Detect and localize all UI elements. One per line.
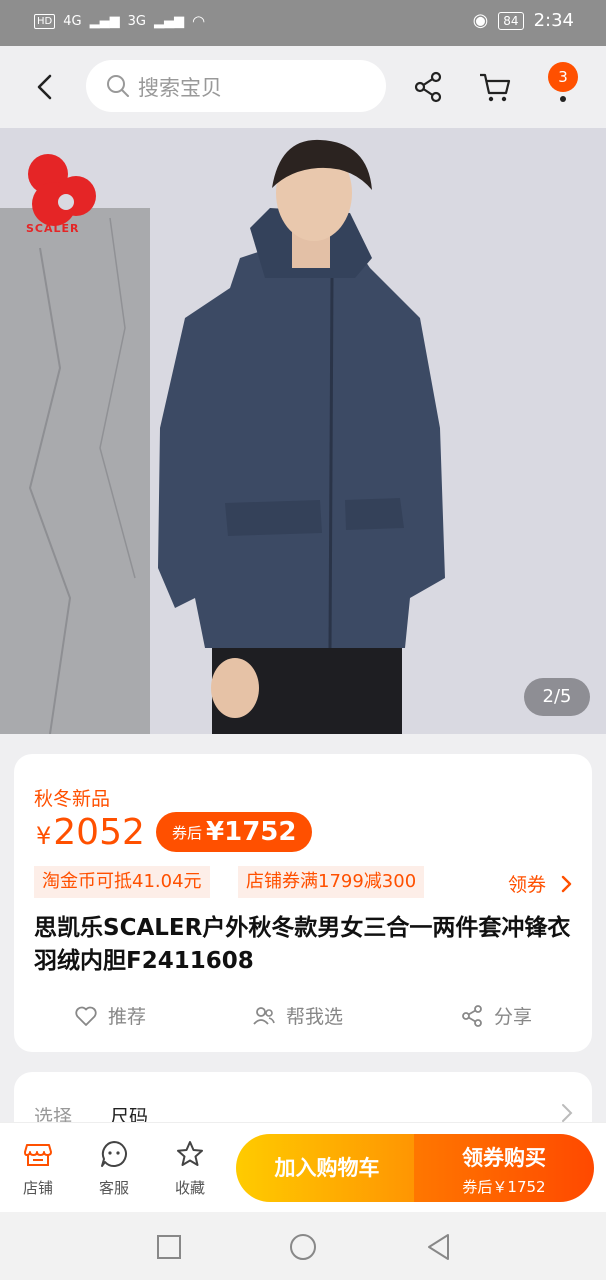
clock: 2:34 bbox=[533, 10, 574, 31]
eye-icon: ◉ bbox=[472, 10, 489, 31]
recommend-button[interactable]: 推荐 bbox=[74, 1002, 146, 1029]
search-bar[interactable]: 搜索宝贝 bbox=[86, 60, 386, 112]
coupon-buy-button[interactable]: 领券购买 券后￥1752 bbox=[414, 1134, 594, 1202]
recent-apps-icon[interactable] bbox=[154, 1232, 184, 1262]
store-tab-label: 店铺 bbox=[22, 1179, 53, 1197]
image-page-counter: 2/5 bbox=[524, 678, 590, 716]
favorite-label: 收藏 bbox=[174, 1179, 205, 1197]
chevron-right-icon bbox=[562, 1104, 573, 1122]
back-icon[interactable] bbox=[30, 70, 60, 104]
chevron-right-icon bbox=[561, 875, 572, 893]
action-row: 推荐 帮我选 分享 bbox=[14, 1002, 592, 1032]
network-4g-label: 4G bbox=[63, 13, 82, 29]
share-button[interactable]: 分享 bbox=[460, 1002, 532, 1029]
coupon-price-value: ¥1752 bbox=[206, 817, 297, 847]
message-badge[interactable]: 3 bbox=[548, 62, 578, 92]
chat-icon bbox=[101, 1141, 127, 1167]
bottom-action-bar: 店铺 客服 收藏 加入购物车 领券购买 券后￥1752 bbox=[0, 1122, 606, 1212]
wifi-icon: ◠ bbox=[191, 12, 206, 30]
share-icon bbox=[462, 1004, 482, 1027]
get-coupon-link[interactable]: 领券 bbox=[508, 870, 572, 897]
help-choose-button[interactable]: 帮我选 bbox=[252, 1002, 343, 1029]
signal-icon: ▂▄▆ bbox=[153, 13, 184, 29]
network-3g-label: 3G bbox=[127, 13, 146, 29]
battery-icon: 84 bbox=[498, 11, 524, 30]
favorite-tab[interactable]: 收藏 bbox=[160, 1139, 220, 1198]
customer-service-tab[interactable]: 客服 bbox=[84, 1139, 144, 1198]
coupon-price-label: 券后 bbox=[172, 823, 203, 842]
hd-icon: HD bbox=[34, 13, 56, 29]
coupon-buy-label: 领券购买 bbox=[462, 1146, 546, 1170]
get-coupon-label: 领券 bbox=[507, 874, 546, 896]
product-image[interactable]: SCALER 2/5 bbox=[0, 128, 606, 734]
coupon-buy-subprice: 券后￥1752 bbox=[462, 1178, 546, 1196]
top-nav: 搜索宝贝 3 bbox=[0, 46, 606, 128]
system-nav-bar bbox=[0, 1212, 606, 1280]
product-title: 思凯乐SCALER户外秋冬款男女三合一两件套冲锋衣羽绒内胆F2411608 bbox=[34, 915, 571, 974]
status-bar: HD 4G ▂▄▆ 3G ▂▄▆ ◠ ◉ 84 2:34 bbox=[0, 0, 606, 46]
recommend-label: 推荐 bbox=[108, 1006, 147, 1028]
add-to-cart-button[interactable]: 加入购物车 bbox=[236, 1134, 418, 1202]
status-left: HD 4G ▂▄▆ 3G ▂▄▆ ◠ bbox=[34, 12, 205, 30]
promo-chip-store-coupon[interactable]: 店铺券满1799减300 bbox=[238, 866, 425, 898]
star-icon bbox=[177, 1141, 203, 1166]
product-info-card: 秋冬新品 ¥ 2052 券后 ¥1752 淘金币可抵41.04元 店铺券满179… bbox=[14, 754, 592, 1052]
price: ¥ 2052 bbox=[36, 812, 145, 853]
currency-symbol: ¥ bbox=[36, 822, 52, 850]
status-right: ◉ 84 2:34 bbox=[473, 10, 574, 31]
brand-logo-text: SCALER bbox=[26, 222, 80, 235]
search-placeholder: 搜索宝贝 bbox=[138, 76, 222, 100]
store-icon bbox=[24, 1144, 52, 1166]
home-icon[interactable] bbox=[288, 1232, 318, 1262]
customer-service-label: 客服 bbox=[98, 1179, 129, 1197]
more-dot[interactable] bbox=[560, 96, 566, 102]
coupon-price-badge: 券后 ¥1752 bbox=[156, 812, 313, 852]
help-choose-label: 帮我选 bbox=[286, 1006, 344, 1028]
share-label: 分享 bbox=[494, 1006, 533, 1028]
store-tab[interactable]: 店铺 bbox=[8, 1139, 68, 1198]
system-back-icon[interactable] bbox=[424, 1232, 454, 1262]
signal-icon: ▂▄▆ bbox=[89, 13, 120, 29]
share-icon[interactable] bbox=[412, 70, 444, 104]
cart-icon[interactable] bbox=[478, 70, 512, 104]
price-value: 2052 bbox=[53, 812, 145, 853]
new-season-tag: 秋冬新品 bbox=[34, 788, 111, 810]
promo-chip-coins[interactable]: 淘金币可抵41.04元 bbox=[34, 866, 210, 898]
heart-icon bbox=[75, 1006, 97, 1026]
people-icon bbox=[253, 1006, 275, 1025]
search-icon bbox=[107, 75, 129, 97]
